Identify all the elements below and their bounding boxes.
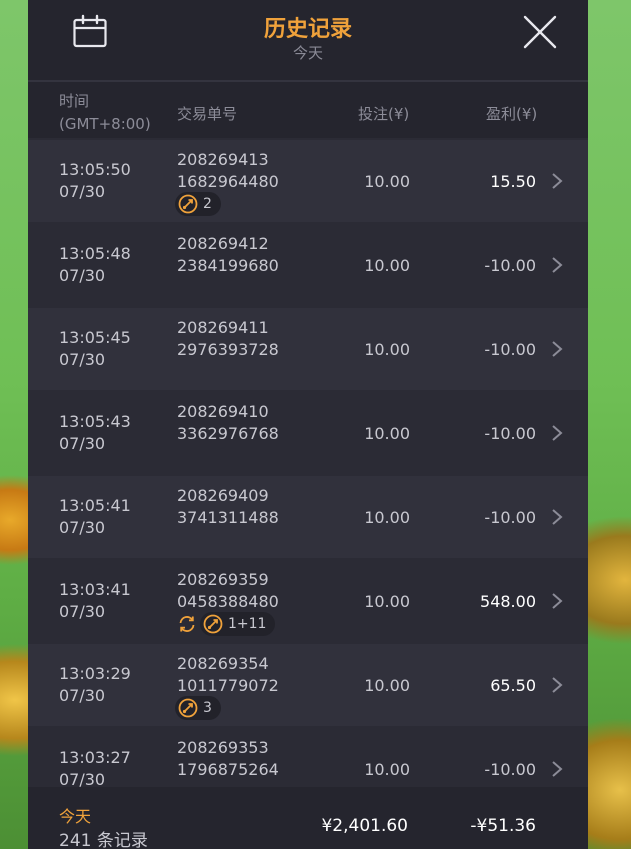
row-time: 13:05:50 bbox=[59, 160, 131, 179]
row-id-part1: 208269410 bbox=[177, 402, 269, 421]
row-profit: -10.00 bbox=[484, 424, 536, 443]
chevron-right-icon bbox=[552, 509, 563, 525]
row-bet: 10.00 bbox=[364, 424, 410, 443]
badge-count: 1+11 bbox=[228, 616, 267, 632]
row-id-part2: 2384199680 bbox=[177, 256, 279, 275]
header: 历史记录 今天 bbox=[28, 0, 588, 82]
column-time-label: 时间 bbox=[59, 92, 90, 110]
row-bet: 10.00 bbox=[364, 760, 410, 779]
row-date: 07/30 bbox=[59, 350, 106, 369]
row-id-part1: 208269353 bbox=[177, 738, 269, 757]
row-profit: -10.00 bbox=[484, 508, 536, 527]
free-game-icon bbox=[178, 698, 198, 718]
history-list: 13:05:50 07/30 208269413 1682964480 2 10… bbox=[28, 140, 588, 787]
badge-count: 2 bbox=[203, 196, 212, 212]
row-id-part2: 1011779072 bbox=[177, 676, 279, 695]
date-filter-label: 今天 bbox=[292, 44, 323, 62]
row-time: 13:05:41 bbox=[59, 496, 131, 515]
history-row[interactable]: 13:05:48 07/30 208269412 2384199680 10.0… bbox=[28, 224, 588, 306]
chevron-right-icon bbox=[552, 677, 563, 693]
record-count: 241 条记录 bbox=[59, 831, 148, 849]
page-title: 历史记录 bbox=[263, 17, 352, 42]
row-bet: 10.00 bbox=[364, 676, 410, 695]
row-profit: 15.50 bbox=[490, 172, 536, 191]
row-profit: 548.00 bbox=[480, 592, 536, 611]
column-id-label: 交易单号 bbox=[177, 105, 238, 123]
row-bet: 10.00 bbox=[364, 508, 410, 527]
row-id-part2: 1682964480 bbox=[177, 172, 279, 191]
free-spin-badge: 3 bbox=[175, 696, 221, 720]
row-bet: 10.00 bbox=[364, 256, 410, 275]
row-time: 13:03:27 bbox=[59, 748, 131, 767]
history-panel: 历史记录 今天 时间 (GMT+8:00) 交易单号 投注(¥) 盈利(¥) 1… bbox=[28, 0, 588, 849]
chevron-right-icon bbox=[552, 173, 563, 189]
badge-count: 3 bbox=[203, 700, 212, 716]
chevron-right-icon bbox=[552, 593, 563, 609]
row-date: 07/30 bbox=[59, 686, 106, 705]
row-date: 07/30 bbox=[59, 602, 106, 621]
row-id-part2: 0458388480 bbox=[177, 592, 279, 611]
total-profit: -¥51.36 bbox=[470, 816, 536, 836]
row-profit: -10.00 bbox=[484, 340, 536, 359]
column-header: 时间 (GMT+8:00) 交易单号 投注(¥) 盈利(¥) bbox=[28, 82, 588, 138]
chevron-right-icon bbox=[552, 425, 563, 441]
row-bet: 10.00 bbox=[364, 172, 410, 191]
chevron-right-icon bbox=[552, 341, 563, 357]
row-date: 07/30 bbox=[59, 266, 106, 285]
row-time: 13:05:43 bbox=[59, 412, 131, 431]
row-profit: 65.50 bbox=[490, 676, 536, 695]
free-spin-badge: 2 bbox=[175, 192, 221, 216]
close-icon[interactable] bbox=[522, 14, 558, 50]
row-id-part1: 208269354 bbox=[177, 654, 269, 673]
summary-period: 今天 bbox=[59, 807, 92, 826]
row-time: 13:05:45 bbox=[59, 328, 131, 347]
row-id-part2: 2976393728 bbox=[177, 340, 279, 359]
row-id-part1: 208269409 bbox=[177, 486, 269, 505]
row-time: 13:03:29 bbox=[59, 664, 131, 683]
row-id-part2: 3362976768 bbox=[177, 424, 279, 443]
column-bet-label: 投注(¥) bbox=[358, 105, 410, 123]
history-row[interactable]: 13:03:27 07/30 208269353 1796875264 10.0… bbox=[28, 728, 588, 787]
row-profit: -10.00 bbox=[484, 760, 536, 779]
free-game-icon bbox=[203, 614, 223, 634]
history-row[interactable]: 13:03:41 07/30 208269359 0458388480 1+11… bbox=[28, 560, 588, 642]
row-id-part1: 208269412 bbox=[177, 234, 269, 253]
row-date: 07/30 bbox=[59, 434, 106, 453]
row-date: 07/30 bbox=[59, 518, 106, 537]
row-time: 13:03:41 bbox=[59, 580, 131, 599]
total-bet: ¥2,401.60 bbox=[321, 816, 408, 836]
row-id-part2: 3741311488 bbox=[177, 508, 279, 527]
row-time: 13:05:48 bbox=[59, 244, 131, 263]
column-profit-label: 盈利(¥) bbox=[486, 105, 538, 123]
row-id-part1: 208269413 bbox=[177, 150, 269, 169]
row-id-part2: 1796875264 bbox=[177, 760, 279, 779]
free-spin-badge: 1+11 bbox=[200, 612, 276, 636]
history-row[interactable]: 13:05:43 07/30 208269410 3362976768 10.0… bbox=[28, 392, 588, 474]
history-row[interactable]: 13:05:50 07/30 208269413 1682964480 2 10… bbox=[28, 140, 588, 222]
chevron-right-icon bbox=[552, 257, 563, 273]
column-timezone-label: (GMT+8:00) bbox=[59, 115, 151, 133]
chevron-right-icon bbox=[552, 761, 563, 777]
row-id-part1: 208269359 bbox=[177, 570, 269, 589]
row-bet: 10.00 bbox=[364, 592, 410, 611]
row-date: 07/30 bbox=[59, 770, 106, 787]
row-profit: -10.00 bbox=[484, 256, 536, 275]
respin-icon bbox=[179, 616, 195, 632]
history-row[interactable]: 13:05:41 07/30 208269409 3741311488 10.0… bbox=[28, 476, 588, 558]
row-date: 07/30 bbox=[59, 182, 106, 201]
history-row[interactable]: 13:05:45 07/30 208269411 2976393728 10.0… bbox=[28, 308, 588, 390]
free-game-icon bbox=[178, 194, 198, 214]
summary-footer: 今天 241 条记录 ¥2,401.60 -¥51.36 bbox=[28, 787, 588, 849]
row-id-part1: 208269411 bbox=[177, 318, 269, 337]
history-row[interactable]: 13:03:29 07/30 208269354 1011779072 3 10… bbox=[28, 644, 588, 726]
row-bet: 10.00 bbox=[364, 340, 410, 359]
